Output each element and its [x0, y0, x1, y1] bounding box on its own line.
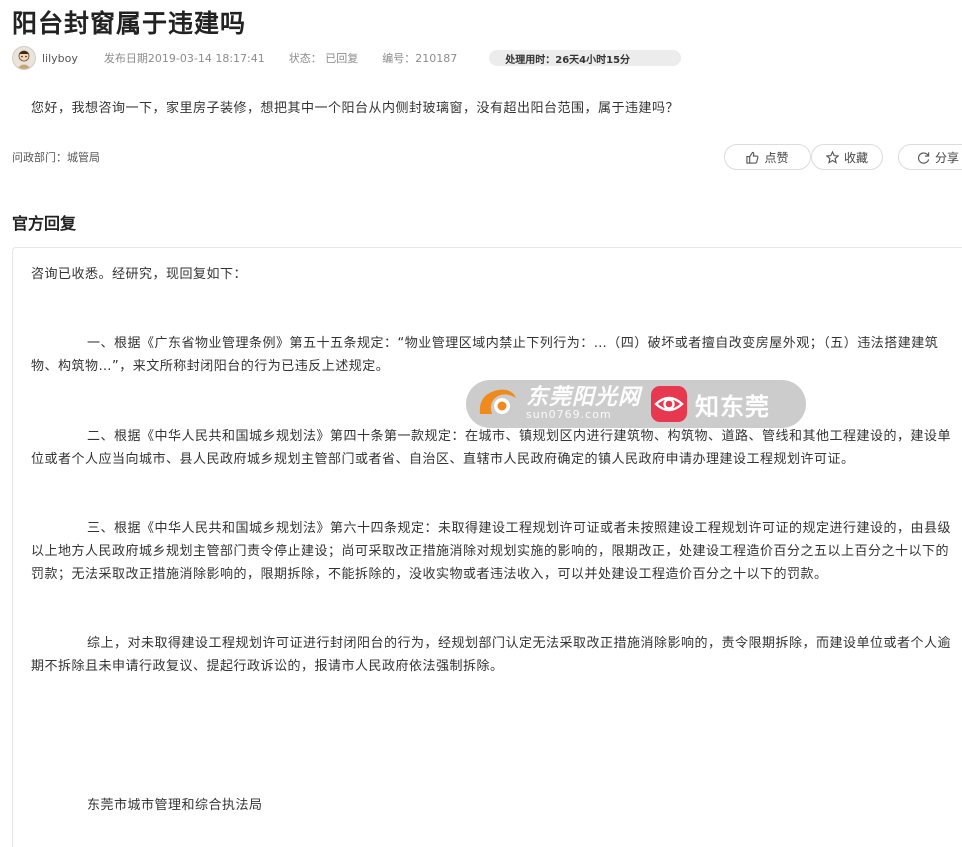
like-label: 点赞: [764, 150, 789, 165]
official-reply-heading: 官方回复: [12, 214, 77, 233]
avatar[interactable]: [12, 46, 36, 70]
reply-signature: 东莞市城市管理和综合执法局: [87, 798, 263, 813]
sun-logo-icon: [476, 384, 520, 424]
reply-paragraph: 三、根据《中华人民共和国城乡规划法》第六十四条规定：未取得建设工程规划许可证或者…: [31, 521, 952, 582]
reply-intro: 咨询已收悉。经研究，现回复如下：: [31, 267, 248, 282]
status-text: 状态： 已回复: [288, 52, 359, 65]
star-icon: [825, 150, 839, 164]
watermark-brand: 知东莞: [695, 392, 771, 421]
question-number: 编号：210187: [382, 52, 458, 65]
reply-paragraph: 二、根据《中华人民共和国城乡规划法》第四十条第一款规定：在城市、镇规划区内进行建…: [31, 429, 952, 467]
processing-duration-badge: 处理用时：26天4小时15分: [489, 50, 682, 66]
publish-date: 发布日期2019-03-14 18:17:41: [103, 52, 265, 65]
watermark-site-name: 东莞阳光网: [526, 385, 642, 410]
share-button[interactable]: 分享: [898, 144, 962, 170]
question-meta: lilyboy 发布日期2019-03-14 18:17:41 状态： 已回复 …: [12, 44, 682, 72]
page-title: 阳台封窗属于违建吗: [12, 9, 247, 38]
favorite-button[interactable]: 收藏: [811, 144, 883, 170]
question-text: 您好，我想咨询一下，家里房子装修，想把其中一个阳台从内侧封玻璃窗，没有超出阳台范…: [31, 101, 680, 116]
share-label: 分享: [934, 150, 959, 165]
thumbs-up-icon: [746, 151, 759, 164]
watermark-domain: sun0769.com: [526, 408, 612, 421]
reply-paragraph: 综上，对未取得建设工程规划许可证进行封闭阳台的行为，经规划部门认定无法采取改正措…: [31, 636, 952, 674]
like-button[interactable]: 点赞: [724, 144, 811, 170]
watermark: 东莞阳光网 sun0769.com 知东莞: [466, 380, 806, 428]
eye-logo-icon: [651, 386, 688, 422]
department-label: 问政部门：城管局: [12, 151, 100, 164]
author-name[interactable]: lilyboy: [42, 52, 78, 65]
share-icon: [917, 151, 930, 164]
favorite-label: 收藏: [843, 150, 868, 165]
reply-paragraph: 一、根据《广东省物业管理条例》第五十五条规定：“物业管理区域内禁止下列行为：…（…: [31, 336, 939, 374]
